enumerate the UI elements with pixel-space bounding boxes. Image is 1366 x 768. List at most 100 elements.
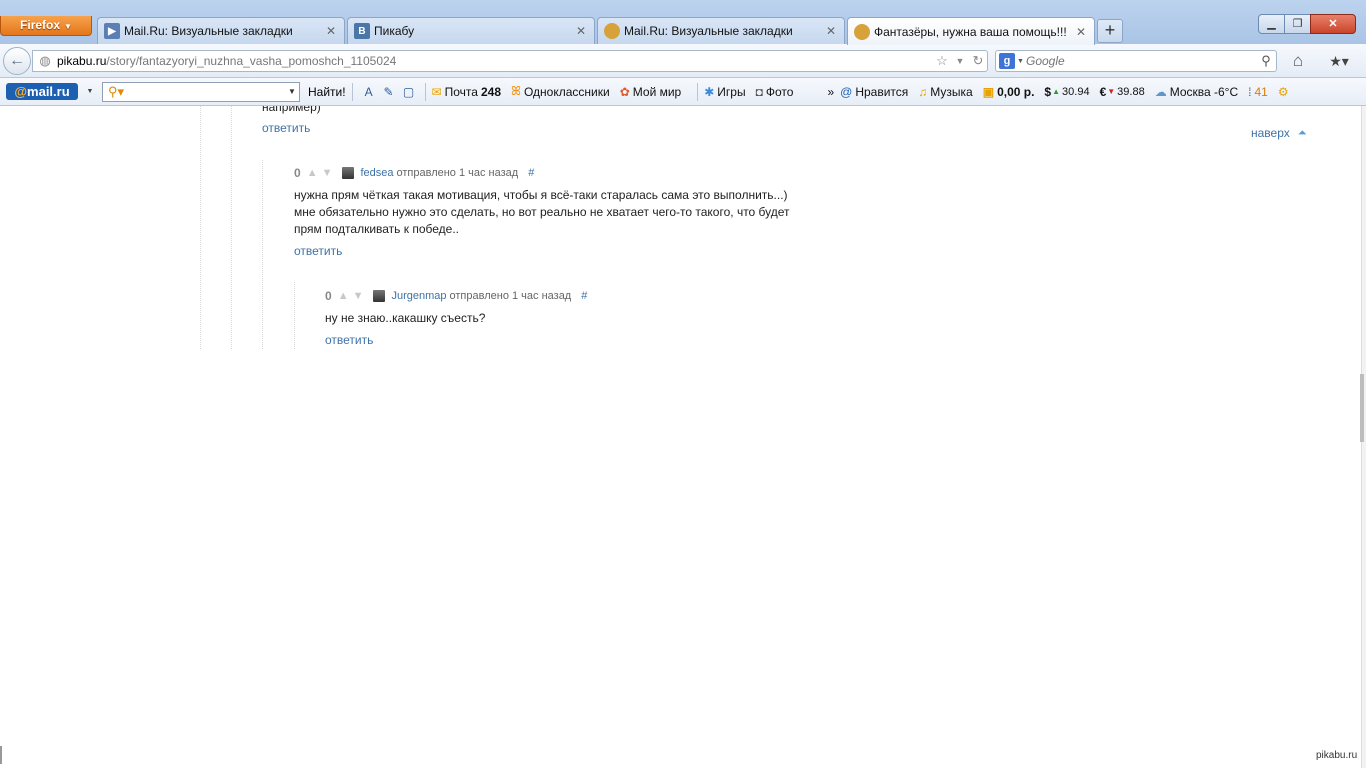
traffic-button[interactable]: ⁞ 41: [1248, 85, 1268, 99]
games-button[interactable]: ✱ Игры: [704, 85, 745, 99]
vote-down-icon[interactable]: ▼: [353, 290, 364, 302]
arrow-down-icon: ▼: [1107, 87, 1116, 96]
new-tab-button[interactable]: +: [1097, 19, 1123, 43]
reply-link[interactable]: ответить: [262, 121, 310, 135]
search-icon[interactable]: ⚲: [1256, 53, 1276, 69]
chevron-down-icon[interactable]: ▼: [951, 56, 969, 66]
url-path: /story/fantazyoryi_nuzhna_vasha_pomoshch…: [106, 54, 397, 68]
address-bar[interactable]: ◍ pikabu.ru/story/fantazyoryi_nuzhna_vas…: [32, 50, 988, 72]
find-button[interactable]: Найти!: [308, 85, 346, 99]
gear-icon: ⚙: [1277, 84, 1289, 99]
avatar[interactable]: [342, 167, 355, 179]
my-world-icon: ✿: [619, 84, 630, 99]
comment-rating: 0: [325, 289, 332, 303]
back-button[interactable]: ←: [3, 47, 31, 75]
mail-label: Почта: [444, 84, 478, 99]
tab-mailru-bookmarks-1[interactable]: ▶ Mail.Ru: Визуальные закладки ✕: [97, 17, 345, 44]
usd-rate[interactable]: $ ▲ 30.94: [1044, 85, 1089, 99]
money-button[interactable]: ▣ 0,00 р.: [983, 85, 1035, 99]
navigation-toolbar: ← ◍ pikabu.ru/story/fantazyoryi_nuzhna_v…: [0, 44, 1366, 78]
bookmark-star-icon: ★▾: [1329, 53, 1349, 69]
comment-author[interactable]: fedsea: [360, 167, 393, 179]
back-to-top-link[interactable]: наверх ⏶: [1251, 126, 1307, 140]
chevron-down-icon[interactable]: ▼: [285, 87, 299, 96]
thread-line: [262, 160, 263, 349]
comment-body: ну не знаю..какашку съесть?: [325, 310, 485, 327]
at-icon: @: [840, 84, 853, 99]
vote-up-icon[interactable]: ▲: [307, 167, 318, 179]
watermark: pikabu.ru: [1316, 750, 1358, 761]
close-icon[interactable]: ✕: [574, 24, 588, 38]
mailru-search-input[interactable]: [129, 83, 285, 100]
odnoklassniki-label: Одноклассники: [523, 84, 610, 99]
mailru-search-box: ⚲▾ ▼: [102, 81, 300, 102]
camera-icon: ◘: [755, 84, 763, 99]
reload-icon[interactable]: ↻: [969, 53, 987, 69]
close-icon[interactable]: ✕: [1074, 25, 1088, 39]
my-world-button[interactable]: ✿ Мой мир: [620, 85, 682, 99]
mailru-logo[interactable]: @mail.ru: [6, 83, 78, 100]
bookmarks-button[interactable]: ★▾: [1322, 51, 1356, 73]
home-button[interactable]: ⌂: [1286, 51, 1310, 73]
weather-button[interactable]: ☁ Москва -6°C: [1155, 85, 1238, 99]
tab-label: Mail.Ru: Визуальные закладки: [624, 24, 793, 38]
chevron-down-icon: ▼: [64, 22, 72, 31]
close-icon[interactable]: ✕: [324, 24, 338, 38]
mailru-logo-text: mail.ru: [27, 84, 70, 99]
eur-value: 39.88: [1117, 85, 1145, 98]
music-button[interactable]: ♫ Музыка: [918, 85, 972, 99]
comment-permalink[interactable]: #: [581, 290, 587, 302]
arrow-up-icon: ⏶: [1297, 126, 1307, 139]
close-icon[interactable]: ✕: [824, 24, 838, 38]
window-minimize-button[interactable]: ▁: [1258, 14, 1285, 34]
tab-mailru-bookmarks-2[interactable]: Mail.Ru: Визуальные закладки ✕: [597, 17, 845, 44]
chevron-more-icon[interactable]: »: [827, 85, 834, 99]
odnoklassniki-button[interactable]: ꕤ Одноклассники: [511, 84, 610, 99]
comment-author[interactable]: Jurgenmap: [391, 290, 446, 302]
avatar[interactable]: [373, 290, 386, 302]
divider: [0, 746, 2, 764]
divider: [424, 82, 426, 101]
home-icon: ⌂: [1292, 51, 1304, 70]
likes-button[interactable]: @ Нравится: [840, 85, 908, 99]
eur-rate[interactable]: € ▼ 39.88: [1100, 85, 1145, 99]
chevron-down-icon[interactable]: ▼: [82, 88, 98, 95]
window-close-button[interactable]: ✕: [1310, 14, 1356, 34]
window-maximize-button[interactable]: ❐: [1284, 14, 1311, 34]
tab-label: Пикабу: [374, 24, 415, 38]
music-icon: ♫: [918, 84, 928, 99]
my-world-label: Мой мир: [632, 84, 682, 99]
divider: [351, 82, 353, 101]
settings-button[interactable]: ⚙: [1278, 85, 1292, 99]
odnoklassniki-icon: ꕤ: [511, 84, 521, 98]
comment-meta: отправлено 1 час назад: [396, 167, 519, 179]
mail-button[interactable]: ✉ Почта 248: [432, 85, 501, 99]
comment-permalink[interactable]: #: [528, 167, 534, 179]
previous-comment-tail: например): [262, 106, 321, 114]
vk-tab-icon: B: [354, 23, 370, 39]
tab-pikabu[interactable]: B Пикабу ✕: [347, 17, 595, 44]
tab-strip: Firefox ▼ ▶ Mail.Ru: Визуальные закладки …: [0, 0, 1366, 45]
search-bar: g▼ ⚲: [995, 50, 1277, 72]
search-engine-selector[interactable]: g ▼: [996, 53, 1026, 69]
pikabu-tab-icon: [604, 23, 620, 39]
photo-label: Фото: [765, 84, 794, 99]
photo-button[interactable]: ◘ Фото: [756, 85, 794, 99]
mail-count: 248: [480, 84, 501, 99]
firefox-menu-button[interactable]: Firefox ▼: [0, 16, 92, 36]
highlighter-icon[interactable]: ✎: [379, 85, 399, 99]
thread-line: [200, 106, 201, 349]
font-size-icon[interactable]: A: [359, 85, 379, 99]
vote-up-icon[interactable]: ▲: [338, 290, 349, 302]
vote-down-icon[interactable]: ▼: [322, 167, 333, 179]
page-zoom-icon[interactable]: ▢: [399, 85, 419, 99]
reply-link[interactable]: ответить: [325, 333, 373, 347]
tab-fantazery[interactable]: Фантазёры, нужна ваша помощь!!! ✕: [847, 17, 1095, 45]
reply-link[interactable]: ответить: [294, 244, 342, 258]
divider: [697, 82, 699, 101]
star-icon[interactable]: ☆: [933, 53, 951, 69]
search-input[interactable]: [1026, 54, 1256, 68]
url-text[interactable]: pikabu.ru/story/fantazyoryi_nuzhna_vasha…: [57, 54, 933, 68]
traffic-light-icon: ⁞: [1248, 84, 1252, 99]
scrollbar-thumb[interactable]: [1360, 374, 1364, 442]
